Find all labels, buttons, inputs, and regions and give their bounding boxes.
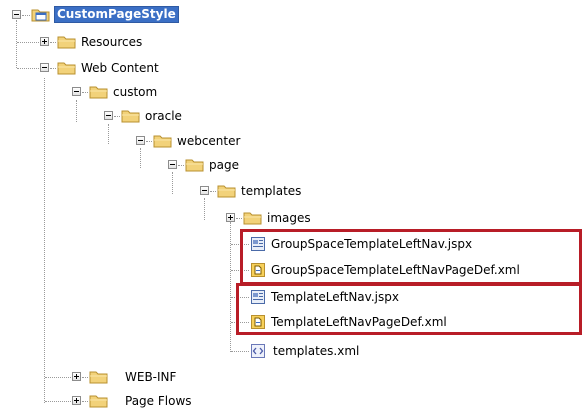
- tree-connector: [17, 68, 39, 69]
- tree-node-label[interactable]: Page Flows: [125, 393, 192, 409]
- tree-connector: [82, 401, 88, 402]
- tree-node-page[interactable]: page: [0, 155, 582, 175]
- tree-node-label[interactable]: CustomPageStyle: [54, 6, 179, 23]
- tree-connector: [231, 351, 249, 352]
- tree-node-images[interactable]: images: [0, 208, 582, 228]
- tree-node-group-nav-pagedef[interactable]: GroupSpaceTemplateLeftNavPageDef.xml: [0, 260, 582, 280]
- tree-connector: [17, 42, 39, 43]
- tree-node-custompagestyle[interactable]: CustomPageStyle: [0, 5, 582, 25]
- tree-node-label[interactable]: Resources: [81, 34, 142, 50]
- tree-node-label[interactable]: GroupSpaceTemplateLeftNav.jspx: [271, 236, 472, 252]
- tree-connector: [45, 377, 71, 378]
- tree-connector: [22, 15, 30, 16]
- tree-connector: [231, 270, 249, 271]
- tree-connector: [210, 191, 216, 192]
- expand-toggle[interactable]: [72, 396, 81, 405]
- folder-icon: [121, 110, 140, 123]
- tree-node-label[interactable]: webcenter: [177, 133, 240, 149]
- tree-node-resources[interactable]: Resources: [0, 32, 582, 52]
- expand-toggle[interactable]: [72, 372, 81, 381]
- tree-connector: [114, 116, 120, 117]
- tree-node-web-content[interactable]: Web Content: [0, 58, 582, 78]
- folder-icon: [57, 62, 76, 75]
- tree-connector: [45, 401, 71, 402]
- tree-node-label[interactable]: custom: [113, 84, 157, 100]
- tree-node-label[interactable]: page: [209, 157, 239, 173]
- project-folder-icon: [31, 9, 50, 22]
- pagedef-file-icon: [251, 315, 265, 329]
- tree-connector: [82, 92, 88, 93]
- tree-node-custom[interactable]: custom: [0, 82, 582, 102]
- collapse-toggle[interactable]: [136, 136, 145, 145]
- tree-connector: [231, 297, 249, 298]
- tree-connector: [50, 68, 56, 69]
- expand-toggle[interactable]: [40, 37, 49, 46]
- collapse-toggle[interactable]: [72, 87, 81, 96]
- project-navigator-tree: CustomPageStyle Resources Web Content cu…: [0, 0, 582, 409]
- folder-icon: [89, 86, 108, 99]
- collapse-toggle[interactable]: [168, 160, 177, 169]
- tree-node-page-flows[interactable]: Page Flows: [0, 391, 582, 409]
- tree-node-label[interactable]: Web Content: [81, 60, 159, 76]
- tree-node-label[interactable]: GroupSpaceTemplateLeftNavPageDef.xml: [271, 262, 520, 278]
- tree-node-oracle[interactable]: oracle: [0, 106, 582, 126]
- tree-node-label[interactable]: TemplateLeftNavPageDef.xml: [271, 314, 447, 330]
- collapse-toggle[interactable]: [104, 111, 113, 120]
- tree-node-templates[interactable]: templates: [0, 181, 582, 201]
- tree-connector: [236, 218, 242, 219]
- jspx-file-icon: [251, 237, 265, 251]
- tree-node-templates-xml[interactable]: templates.xml: [0, 341, 582, 361]
- tree-node-nav-pagedef[interactable]: TemplateLeftNavPageDef.xml: [0, 312, 582, 332]
- expand-toggle[interactable]: [226, 213, 235, 222]
- tree-node-web-inf[interactable]: WEB-INF: [0, 367, 582, 387]
- collapse-toggle[interactable]: [12, 10, 21, 19]
- tree-connector: [178, 165, 184, 166]
- jspx-file-icon: [251, 290, 265, 304]
- pagedef-file-icon: [251, 263, 265, 277]
- folder-icon: [153, 135, 172, 148]
- tree-node-label[interactable]: TemplateLeftNav.jspx: [271, 289, 399, 305]
- folder-icon: [217, 185, 236, 198]
- folder-icon: [243, 212, 262, 225]
- collapse-toggle[interactable]: [200, 186, 209, 195]
- tree-connector: [231, 244, 249, 245]
- tree-node-nav-jspx[interactable]: TemplateLeftNav.jspx: [0, 287, 582, 307]
- collapse-toggle[interactable]: [40, 63, 49, 72]
- tree-connector: [146, 141, 152, 142]
- tree-node-label[interactable]: oracle: [145, 108, 182, 124]
- tree-node-label[interactable]: templates.xml: [273, 343, 359, 359]
- folder-icon: [89, 371, 108, 384]
- folder-icon: [57, 36, 76, 49]
- tree-node-label[interactable]: images: [267, 210, 311, 226]
- xml-file-icon: [251, 344, 265, 358]
- tree-node-group-nav-jspx[interactable]: GroupSpaceTemplateLeftNav.jspx: [0, 234, 582, 254]
- tree-node-label[interactable]: templates: [241, 183, 301, 199]
- tree-node-webcenter[interactable]: webcenter: [0, 131, 582, 151]
- tree-node-label[interactable]: WEB-INF: [125, 369, 176, 385]
- tree-connector: [50, 42, 56, 43]
- folder-icon: [89, 395, 108, 408]
- tree-connector: [82, 377, 88, 378]
- tree-connector: [231, 322, 249, 323]
- folder-icon: [185, 159, 204, 172]
